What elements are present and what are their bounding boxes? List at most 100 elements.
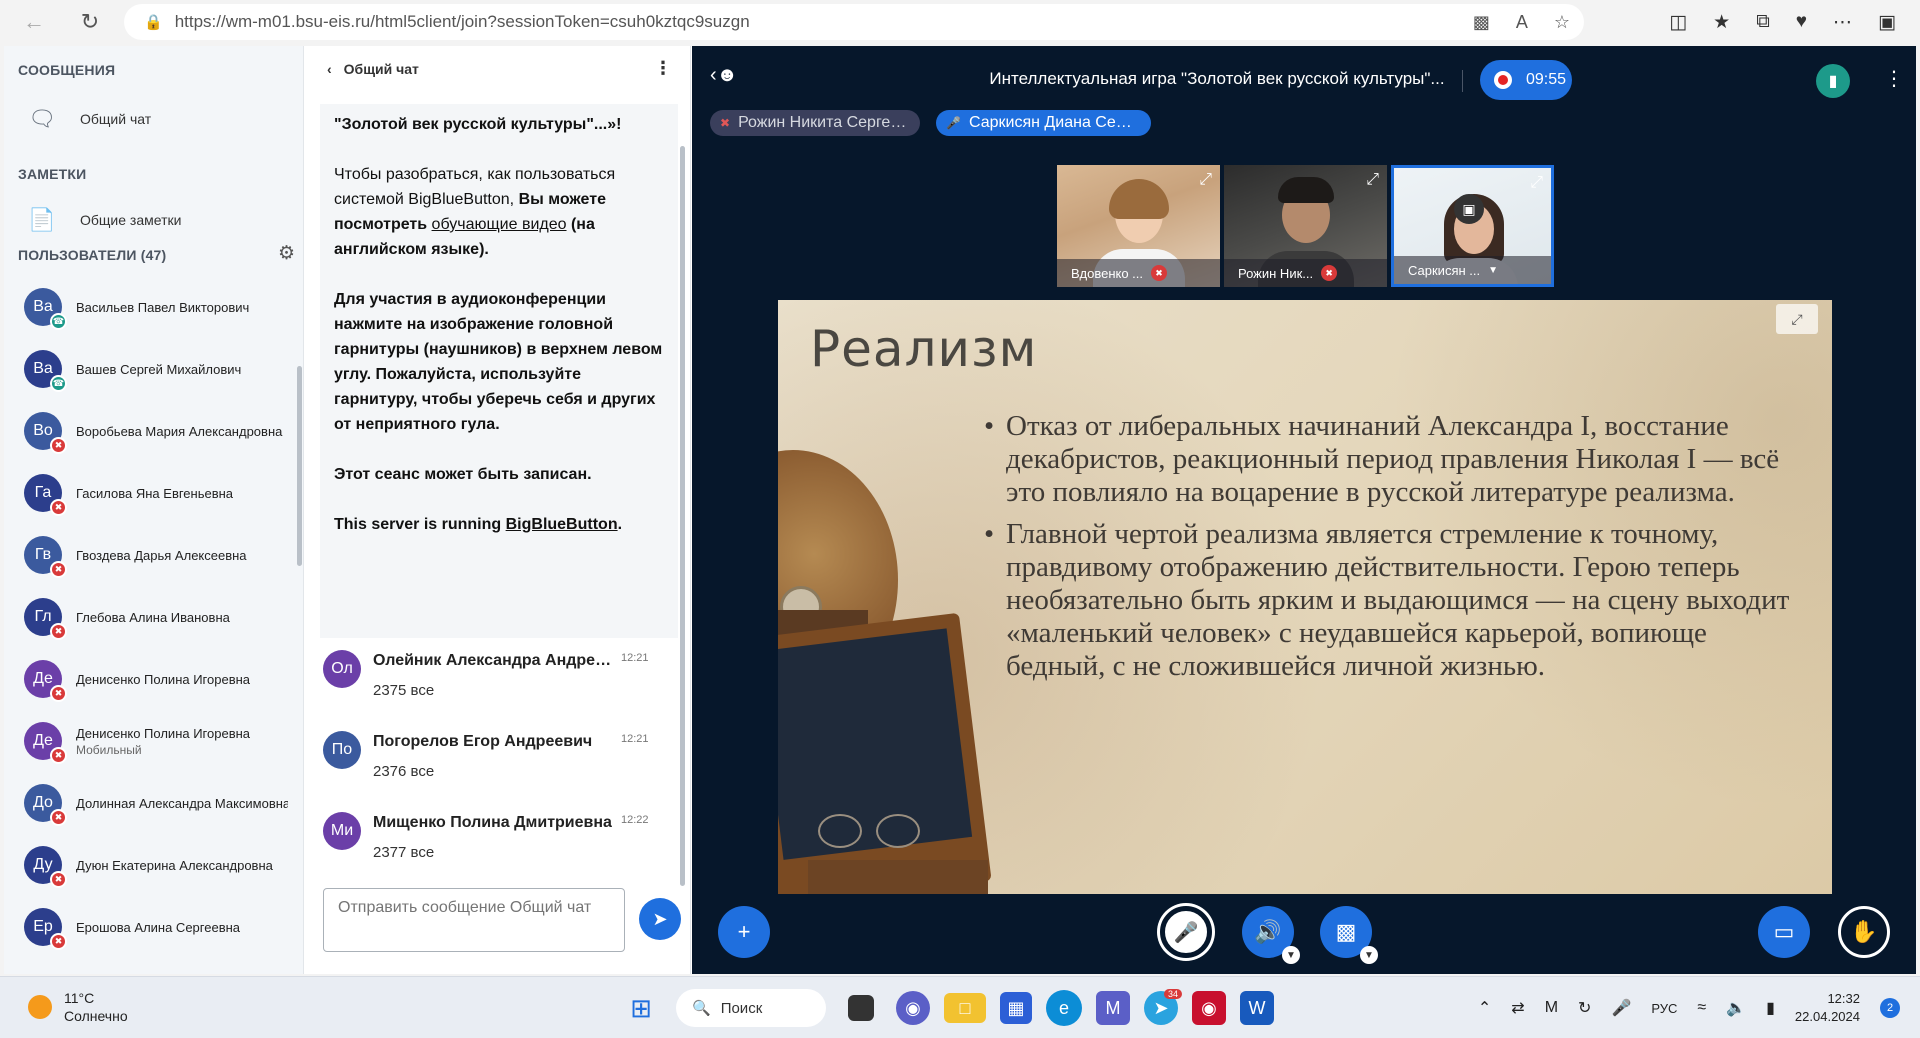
record-app-icon[interactable]: ◉	[1192, 991, 1226, 1025]
muted-mic-icon: 🎤	[1173, 921, 1199, 944]
title-divider	[1462, 70, 1463, 92]
shared-notes-item[interactable]: 📄 Общие заметки	[4, 197, 304, 243]
split-screen-icon[interactable]: ◫	[1669, 11, 1687, 34]
collections-icon[interactable]: ⧉	[1756, 11, 1770, 33]
office-app-icon[interactable]: M	[1096, 991, 1130, 1025]
muted-mic-icon: ✖	[1321, 265, 1338, 281]
expand-icon[interactable]: ⤢	[1199, 171, 1212, 189]
user-name: Вашев Сергей Михайлович	[76, 361, 242, 377]
talker-chip-muted[interactable]: ✖ Рожин Никита Сергеевич	[710, 110, 921, 136]
file-explorer-icon[interactable]: □	[944, 993, 986, 1023]
user-row[interactable]: Ер ✖ Ерошова Алина Сергеевна	[4, 896, 304, 958]
options-menu-icon[interactable]: ⋮	[1884, 66, 1904, 91]
send-message-button[interactable]: ➤	[639, 898, 681, 940]
webcam-tile[interactable]: ⤢ Вдовенко ... ✖	[1057, 165, 1220, 287]
muted-mic-icon: ✖	[50, 809, 67, 826]
chat-header: ‹ Общий чат ⋮	[305, 46, 690, 92]
chat-scrollbar[interactable]	[680, 146, 685, 886]
tray-app-icon[interactable]: ⇄	[1511, 998, 1524, 1018]
chevron-left-icon[interactable]: ‹	[327, 61, 332, 77]
user-list-panel: СООБЩЕНИЯ 🗨 Общий чат ЗАМЕТКИ 📄 Общие за…	[4, 46, 304, 974]
bbb-app: СООБЩЕНИЯ 🗨 Общий чат ЗАМЕТКИ 📄 Общие за…	[4, 46, 1916, 974]
chat-message-input[interactable]	[323, 888, 625, 952]
user-row[interactable]: Га ✖ Гасилова Яна Евгеньевна	[4, 462, 304, 524]
tray-sync-icon[interactable]: ↻	[1578, 998, 1591, 1018]
chevron-down-icon[interactable]: ▼	[1282, 946, 1300, 964]
browser-essentials-icon[interactable]: ♥	[1796, 11, 1807, 33]
microphone-icon[interactable]: 🎤	[1611, 998, 1631, 1018]
volume-icon[interactable]: 🔈	[1726, 998, 1746, 1018]
address-bar[interactable]: 🔒 https://wm-m01.bsu-eis.ru/html5client/…	[124, 4, 1584, 40]
old-book-image	[808, 860, 988, 894]
user-list-toggle-icon[interactable]: ‹☻	[710, 64, 738, 87]
user-row[interactable]: Во ✖ Воробьева Мария Александровна	[4, 400, 304, 462]
tutorial-video-link[interactable]: обучающие видео	[432, 216, 567, 233]
chevron-down-icon[interactable]: ▼	[1360, 946, 1378, 964]
favorites-icon[interactable]: ★	[1713, 11, 1730, 34]
read-aloud-icon[interactable]: A	[1516, 12, 1528, 33]
favorite-star-icon[interactable]: ☆	[1554, 12, 1570, 33]
expand-icon[interactable]: ⤢	[1530, 174, 1543, 192]
user-list-scrollbar[interactable]	[297, 366, 302, 566]
user-name: Гасилова Яна Евгеньевна	[76, 485, 234, 501]
battery-icon[interactable]: ▮	[1766, 998, 1775, 1018]
search-icon: 🔍	[692, 1000, 711, 1017]
task-view-icon[interactable]	[848, 995, 874, 1021]
webcam-tile[interactable]: ⤢ Рожин Ник... ✖	[1224, 165, 1387, 287]
user-row[interactable]: Де ✖ Денисенко Полина Игоревна Мобильный	[4, 710, 304, 772]
chevron-down-icon[interactable]: ▼	[1488, 265, 1498, 276]
clock[interactable]: 12:32 22.04.2024	[1795, 990, 1860, 1026]
users-settings-gear-icon[interactable]: ⚙	[278, 242, 295, 265]
windows-taskbar: 11°C Солнечно ⊞ 🔍 Поиск ◉ □ ▦ e M ➤ 34 ◉ …	[0, 976, 1920, 1038]
back-icon[interactable]: ←	[14, 2, 54, 42]
presentation-icon: ▭	[1773, 919, 1795, 944]
user-name: Гвоздева Дарья Алексеевна	[76, 547, 247, 563]
taskbar-search[interactable]: 🔍 Поиск	[676, 989, 826, 1027]
listen-only-icon: ☎	[50, 313, 67, 330]
chalkboard-image	[778, 612, 992, 894]
talker-chip-active[interactable]: 🎤 Саркисян Диана Сергеевна	[936, 110, 1152, 136]
sidebar-toggle-icon[interactable]: ▣	[1878, 11, 1896, 34]
presentation-toggle-button[interactable]: ▭	[1758, 906, 1810, 958]
camera-button[interactable]: ▩ ▼	[1320, 906, 1378, 964]
weather-widget[interactable]: 11°C Солнечно	[28, 989, 128, 1025]
start-windows-icon[interactable]: ⊞	[620, 987, 662, 1029]
microsoft-store-icon[interactable]: ▦	[1000, 992, 1032, 1024]
raise-hand-button[interactable]: ✋	[1838, 906, 1890, 958]
audio-button[interactable]: 🔊 ▼	[1242, 906, 1300, 964]
webcam-tile-active[interactable]: ▣ ⤢ Саркисян ... ▼	[1391, 165, 1554, 287]
mute-microphone-button[interactable]: 🎤	[1160, 906, 1212, 958]
chevron-up-icon[interactable]: ⌃	[1478, 998, 1491, 1018]
camera-icon[interactable]: ▩	[1473, 12, 1490, 33]
language-indicator[interactable]: РУС	[1651, 1001, 1677, 1016]
telegram-icon[interactable]: ➤ 34	[1144, 989, 1182, 1025]
actions-plus-button[interactable]: +	[718, 906, 770, 958]
chat-options-icon[interactable]: ⋮	[654, 58, 672, 79]
user-row[interactable]: До ✖ Долинная Александра Максимовна	[4, 772, 304, 834]
expand-icon[interactable]: ⤢	[1366, 171, 1379, 189]
user-row[interactable]: Ва ☎ Вашев Сергей Михайлович	[4, 338, 304, 400]
connection-status-icon[interactable]: ▮	[1816, 64, 1850, 98]
avatar: По	[323, 731, 361, 769]
user-row[interactable]: Ду ✖ Дуюн Екатерина Александровна	[4, 834, 304, 896]
public-chat-item[interactable]: 🗨 Общий чат	[4, 96, 304, 142]
more-menu-icon[interactable]: ⋯	[1833, 11, 1852, 34]
notifications-badge[interactable]: 2	[1880, 998, 1900, 1018]
user-row[interactable]: Ва ☎ Васильев Павел Викторович	[4, 276, 304, 338]
fullscreen-icon[interactable]: ⤢	[1776, 304, 1818, 334]
video-name-label: Вдовенко ... ✖	[1057, 259, 1220, 287]
bigbluebutton-link[interactable]: BigBlueButton	[506, 516, 618, 533]
user-name: Ерошова Алина Сергеевна	[76, 919, 241, 935]
refresh-icon[interactable]: ↻	[70, 2, 110, 42]
user-row[interactable]: Гв ✖ Гвоздева Дарья Алексеевна	[4, 524, 304, 586]
listen-only-icon: ☎	[50, 375, 67, 392]
tray-app-icon[interactable]: M	[1545, 999, 1558, 1017]
wifi-icon[interactable]: ≈	[1697, 999, 1706, 1017]
user-row[interactable]: Гл ✖ Глебова Алина Ивановна	[4, 586, 304, 648]
pin-video-icon[interactable]: ▣	[1454, 194, 1484, 224]
edge-browser-icon[interactable]: e	[1046, 990, 1082, 1026]
teams-chat-icon[interactable]: ◉	[896, 991, 930, 1025]
user-row[interactable]: Де ✖ Денисенко Полина Игоревна	[4, 648, 304, 710]
recording-indicator[interactable]: 09:55	[1480, 60, 1572, 100]
word-icon[interactable]: W	[1240, 991, 1274, 1025]
